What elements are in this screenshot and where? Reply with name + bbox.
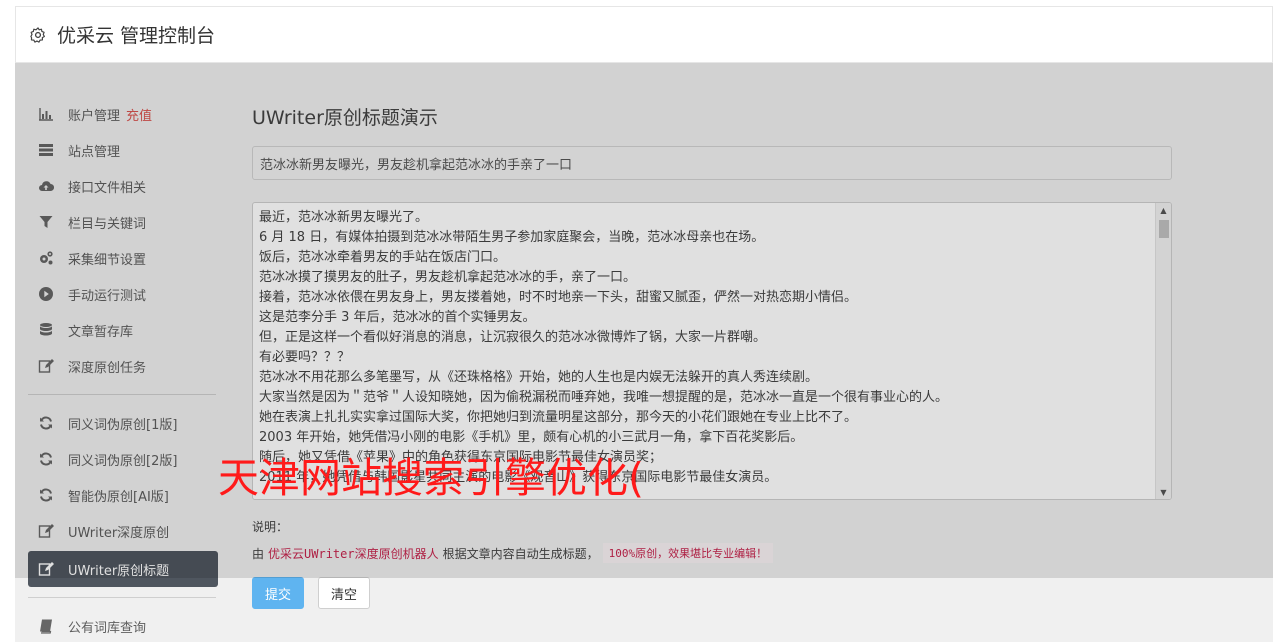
sidebar-divider [28, 394, 216, 395]
submit-button[interactable]: 提交 [252, 577, 305, 609]
sidebar-item-label: 同义词伪原创[2版] [68, 453, 178, 469]
note-middle: 根据文章内容自动生成标题， [442, 546, 599, 561]
article-line: 但，正是这样一个看似好消息的消息，让沉寂很久的范冰冰微博炸了锅，大家一片群嘲。 [259, 330, 767, 345]
sidebar-item-label: 接口文件相关 [68, 180, 147, 196]
play-icon [38, 286, 54, 302]
scroll-up-icon[interactable]: ▲ [1156, 203, 1171, 217]
recharge-link[interactable]: 充值 [126, 105, 152, 124]
refresh-icon [38, 487, 54, 503]
sidebar-item-collect-settings[interactable]: 采集细节设置 [28, 240, 218, 276]
robot-name: 优采云UWriter深度原创机器人 [268, 546, 439, 561]
article-line: 饭后，范冰冰牵着男友的手站在饭店门口。 [259, 250, 507, 265]
sidebar-item-label: 文章暂存库 [68, 324, 134, 340]
sidebar-item-deep-original-tasks[interactable]: 深度原创任务 [28, 348, 218, 384]
sidebar-item-uwriter-title[interactable]: UWriter原创标题 [28, 551, 218, 587]
book-icon [38, 618, 54, 634]
cloud-upload-icon [38, 178, 54, 194]
sidebar: 账户管理 充值 站点管理 接口文件相关 栏目与关键词 采集细节设置 手动运行测试… [28, 96, 218, 642]
database-icon [38, 322, 54, 338]
sidebar-item-interface-files[interactable]: 接口文件相关 [28, 168, 218, 204]
sidebar-item-synonym-v2[interactable]: 同义词伪原创[2版] [28, 441, 218, 477]
sidebar-item-label: 栏目与关键词 [68, 216, 147, 232]
edit-icon [38, 561, 54, 577]
sidebar-item-label: 手动运行测试 [68, 288, 147, 304]
article-line: 6 月 18 日，有媒体拍摄到范冰冰带陌生男子参加家庭聚会，当晚，范冰冰母亲也在… [259, 230, 765, 245]
sidebar-item-uwriter-deep[interactable]: UWriter深度原创 [28, 513, 218, 549]
edit-icon [38, 523, 54, 539]
sidebar-item-label: 智能伪原创[AI版] [68, 489, 169, 505]
article-line: 接着，范冰冰依偎在男友身上，男友搂着她，时不时地亲一下头，甜蜜又腻歪，俨然一对热… [259, 290, 858, 305]
page-title: UWriter原创标题演示 [252, 107, 438, 129]
sidebar-item-smart-ai[interactable]: 智能伪原创[AI版] [28, 477, 218, 513]
sidebar-item-sites[interactable]: 站点管理 [28, 132, 218, 168]
edit-icon [38, 358, 54, 374]
sidebar-item-public-lexicon[interactable]: 公有词库查询 [28, 608, 218, 642]
title-input[interactable]: 范冰冰新男友曝光，男友趁机拿起范冰冰的手亲了一口 [252, 146, 1172, 180]
textarea-scrollbar[interactable]: ▲ ▼ [1155, 203, 1171, 499]
sidebar-item-account[interactable]: 账户管理 充值 [28, 96, 218, 132]
scroll-down-icon[interactable]: ▼ [1156, 485, 1171, 499]
note-highlight: 100%原创，效果堪比专业编辑！ [602, 543, 774, 563]
sidebar-item-label: 公有词库查询 [68, 620, 147, 636]
sidebar-item-label: 账户管理 [68, 108, 121, 124]
scroll-thumb[interactable] [1159, 220, 1169, 238]
article-line: 范冰冰不用花那么多笔墨写，从《还珠格格》开始，她的人生也是内娱无法躲开的真人秀连… [259, 370, 819, 385]
sidebar-item-label: UWriter深度原创 [68, 525, 170, 541]
content-frame: 账户管理 充值 站点管理 接口文件相关 栏目与关键词 采集细节设置 手动运行测试… [15, 63, 1273, 642]
sidebar-item-label: 采集细节设置 [68, 252, 147, 268]
sidebar-item-label: UWriter原创标题 [68, 563, 170, 579]
sidebar-item-label: 站点管理 [68, 144, 121, 160]
note-prefix: 由 [252, 546, 265, 561]
article-line: 大家当然是因为＂范爷＂人设知晓她，因为偷税漏税而唾弃她，我唯一想提醒的是，范冰冰… [259, 390, 949, 405]
refresh-icon [38, 415, 54, 431]
cogs-icon [38, 250, 54, 266]
filter-icon [38, 214, 54, 230]
watermark-text: 天津网站搜索引擎优化( [218, 454, 644, 502]
note-label: 说明： [252, 520, 289, 534]
note-text: 由 优采云UWriter深度原创机器人 根据文章内容自动生成标题， 100%原创… [252, 543, 1172, 563]
app-header: 优采云 管理控制台 [15, 6, 1273, 63]
gear-icon [30, 26, 45, 43]
article-line: 这是范李分手 3 年后，范冰冰的首个实锤男友。 [259, 310, 536, 325]
form-actions: 提交 清空 [252, 577, 371, 609]
sidebar-item-label: 同义词伪原创[1版] [68, 417, 178, 433]
article-line: 最近，范冰冰新男友曝光了。 [259, 210, 429, 225]
app-title: 优采云 管理控制台 [57, 25, 216, 47]
article-line: 有必要吗？？？ [259, 350, 351, 365]
sidebar-divider [28, 597, 216, 598]
sidebar-item-manual-run[interactable]: 手动运行测试 [28, 276, 218, 312]
clear-button[interactable]: 清空 [318, 577, 371, 609]
server-icon [38, 142, 54, 158]
article-line: 范冰冰摸了摸男友的肚子，男友趁机拿起范冰冰的手，亲了一口。 [259, 270, 637, 285]
sidebar-item-label: 深度原创任务 [68, 360, 147, 376]
bar-chart-icon [38, 106, 54, 122]
sidebar-item-synonym-v1[interactable]: 同义词伪原创[1版] [28, 405, 218, 441]
refresh-icon [38, 451, 54, 467]
sidebar-item-columns-keywords[interactable]: 栏目与关键词 [28, 204, 218, 240]
article-line: 她在表演上扎扎实实拿过国际大奖，你把她归到流量明星这部分，那今天的小花们跟她在专… [259, 410, 858, 425]
sidebar-item-article-storage[interactable]: 文章暂存库 [28, 312, 218, 348]
